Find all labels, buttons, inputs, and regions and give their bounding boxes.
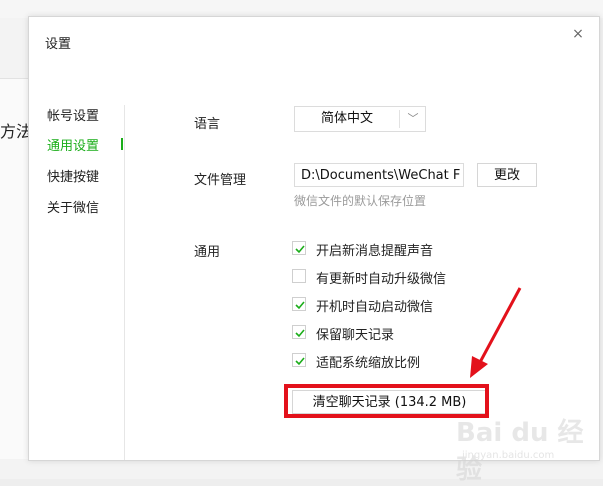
- option-label: 保留聊天记录: [316, 328, 395, 343]
- option-label: 有更新时自动升级微信: [316, 272, 447, 287]
- file-management-label: 文件管理: [194, 173, 247, 188]
- sidebar-item-about[interactable]: 关于微信: [47, 197, 99, 216]
- select-divider: [399, 110, 400, 128]
- checkbox[interactable]: [292, 325, 306, 339]
- watermark-brand: Bai du 经验: [456, 418, 584, 485]
- option-label: 开启新消息提醒声音: [316, 244, 434, 259]
- check-icon: [295, 329, 305, 338]
- file-path-field[interactable]: D:\Documents\WeChat F: [294, 163, 464, 187]
- language-select[interactable]: 简体中文 ﹀: [294, 106, 426, 132]
- active-indicator: [121, 138, 123, 150]
- check-icon: [295, 245, 305, 254]
- watermark-url: jingyan.baidu.com: [462, 450, 555, 461]
- checkbox[interactable]: [292, 297, 306, 311]
- language-label: 语言: [194, 117, 221, 132]
- checkbox[interactable]: [292, 353, 306, 367]
- language-selected-value: 简体中文: [320, 111, 373, 126]
- check-icon: [295, 357, 305, 366]
- check-icon: [295, 301, 305, 310]
- close-icon[interactable]: ×: [569, 25, 587, 43]
- general-label: 通用: [194, 245, 221, 260]
- option-label: 开机时自动启动微信: [316, 300, 434, 315]
- sidebar-item-account[interactable]: 帐号设置: [47, 105, 99, 124]
- change-path-button[interactable]: 更改: [477, 163, 537, 187]
- dialog-title: 设置: [45, 37, 72, 52]
- sidebar-item-general[interactable]: 通用设置: [47, 135, 99, 154]
- background-text: 方法: [0, 122, 30, 141]
- chevron-down-icon: ﹀: [407, 112, 419, 125]
- checkbox[interactable]: [292, 241, 306, 255]
- file-path-hint: 微信文件的默认保存位置: [294, 194, 427, 208]
- settings-sidebar: 帐号设置 通用设置 快捷按键 关于微信: [29, 105, 125, 460]
- option-label: 适配系统缩放比例: [316, 356, 421, 371]
- sidebar-item-shortcuts[interactable]: 快捷按键: [47, 166, 99, 185]
- baidu-watermark: Bai du 经验 jingyan.baidu.com: [448, 410, 598, 485]
- checkbox[interactable]: [292, 269, 306, 283]
